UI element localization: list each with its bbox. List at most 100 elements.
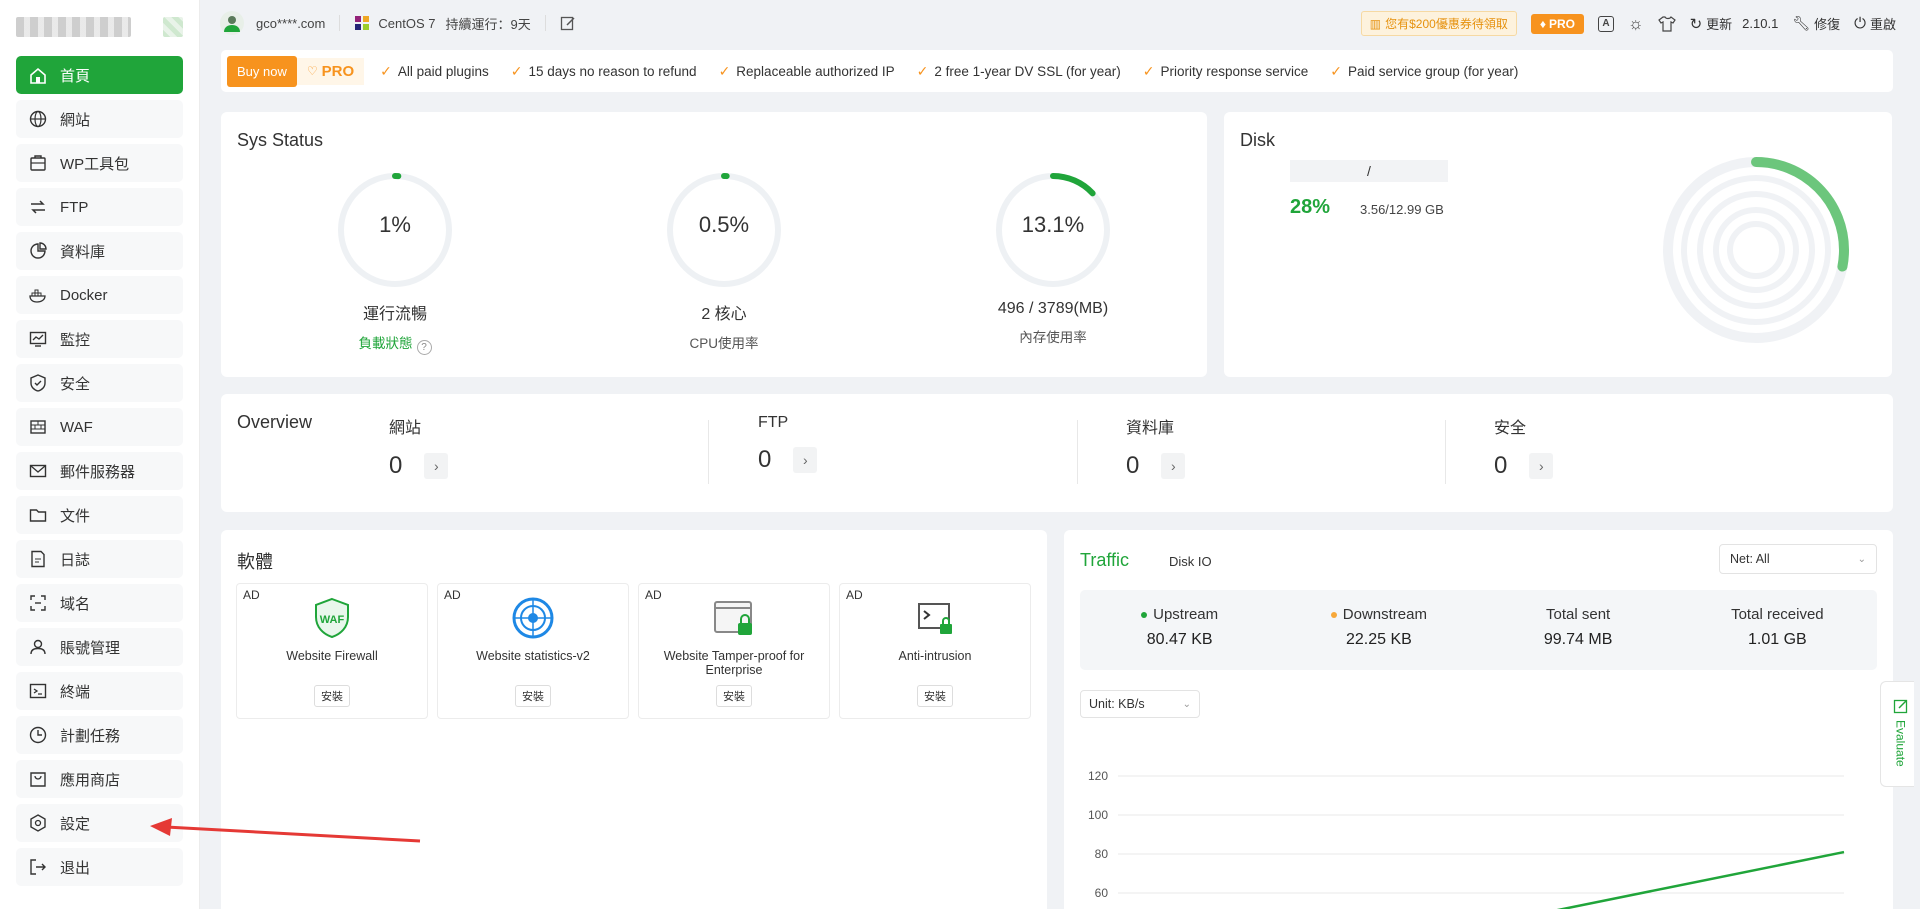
pro-badge[interactable]: ♦ PRO: [1530, 13, 1584, 34]
overview-value-row: 0 ›: [1494, 452, 1784, 480]
sidebar-item-label: 終端: [60, 683, 91, 701]
install-button[interactable]: 安裝: [314, 685, 350, 707]
monitor-icon: [29, 331, 47, 347]
refresh-icon: ↻: [1689, 15, 1703, 33]
sidebar-item[interactable]: FTP: [16, 188, 183, 226]
tab-disk-io[interactable]: Disk IO: [1169, 554, 1212, 569]
feature-item: ✓ 2 free 1-year DV SSL (for year): [917, 63, 1121, 80]
skin-shirt-icon[interactable]: [1657, 15, 1676, 32]
overview-value-row: 0 ›: [758, 446, 1048, 474]
overview-label: 網站: [389, 420, 422, 437]
software-item[interactable]: AD Website Tamper-proof for Enterprise 安裝: [638, 583, 830, 719]
divider: [708, 420, 709, 484]
scrollbar[interactable]: [1914, 0, 1920, 909]
sidebar-item[interactable]: 退出: [16, 848, 183, 886]
sidebar-item-label: 日誌: [60, 551, 91, 569]
sidebar-item[interactable]: 監控: [16, 320, 183, 358]
sidebar-item[interactable]: 文件: [16, 496, 183, 534]
coupon-banner[interactable]: ▥ 您有$200優惠券待領取: [1360, 11, 1517, 36]
sidebar-item-label: FTP: [60, 198, 89, 216]
stat-label-row: Upstream: [1080, 606, 1279, 623]
software-title: 軟體: [237, 552, 273, 572]
chevron-right-icon[interactable]: ›: [424, 453, 449, 479]
sidebar-item-label: 賬號管理: [60, 639, 121, 657]
install-button[interactable]: 安裝: [716, 685, 752, 707]
sidebar-item[interactable]: Docker: [16, 276, 183, 314]
overview-value-row: 0 ›: [1126, 452, 1416, 480]
update-label: 更新: [1706, 17, 1733, 32]
domain-icon: [30, 595, 46, 611]
software-name: Website statistics-v2: [476, 649, 590, 663]
repair-button[interactable]: 🔧︎ 修復: [1792, 14, 1840, 33]
theme-sun-icon[interactable]: ☼: [1628, 14, 1644, 34]
net-select-value: Net: All: [1730, 552, 1770, 566]
user-name[interactable]: gco****.com: [256, 16, 325, 31]
sidebar-item[interactable]: 域名: [16, 584, 183, 622]
sidebar-item[interactable]: WAF: [16, 408, 183, 446]
overview-count[interactable]: 0: [1494, 452, 1507, 480]
translate-icon[interactable]: A: [1597, 15, 1614, 32]
logout-icon: [30, 859, 46, 875]
chevron-right-icon[interactable]: ›: [1161, 453, 1186, 479]
overview-item: 資料庫 0 ›: [1126, 414, 1416, 490]
disk-mount-path[interactable]: /: [1290, 160, 1448, 182]
overview-count[interactable]: 0: [758, 446, 771, 474]
os-icon: [355, 16, 370, 30]
sidebar-item[interactable]: 應用商店: [16, 760, 183, 798]
help-icon[interactable]: ?: [416, 340, 432, 355]
software-item[interactable]: AD WAF Website Firewall 安裝: [236, 583, 428, 719]
sidebar-item-label: 網站: [60, 111, 91, 129]
sidebar: 首頁網站 WP工具包 FTP 資料庫 Docker 監控安全 WAF 郵件服務器文件日誌域名賬…: [0, 0, 200, 909]
sidebar-item[interactable]: 終端: [16, 672, 183, 710]
chevron-right-icon[interactable]: ›: [793, 447, 818, 473]
disk-title: Disk: [1240, 130, 1275, 150]
sidebar-item[interactable]: 資料庫: [16, 232, 183, 270]
divider: [1445, 420, 1446, 484]
sidebar-item[interactable]: 日誌: [16, 540, 183, 578]
sidebar-item[interactable]: WP工具包: [16, 144, 183, 182]
net-select[interactable]: Net: All ⌄: [1719, 544, 1877, 574]
sidebar-item[interactable]: 賬號管理: [16, 628, 183, 666]
divider: [1077, 420, 1078, 484]
restart-button[interactable]: ⏻ 重啟: [1854, 14, 1896, 33]
sidebar-item[interactable]: 計劃任務: [16, 716, 183, 754]
software-item[interactable]: AD Website statistics-v2 安裝: [437, 583, 629, 719]
unit-select[interactable]: Unit: KB/s ⌄: [1080, 690, 1200, 718]
store-icon: [30, 772, 46, 787]
overview-count[interactable]: 0: [389, 452, 402, 480]
ftp-icon: [31, 200, 45, 214]
update-button[interactable]: ↻ 更新 2.10.1: [1690, 14, 1779, 33]
sidebar-item[interactable]: 安全: [16, 364, 183, 402]
check-icon: ✓: [1330, 62, 1342, 79]
status-gauge[interactable]: 0.5% 2 核心 CPU使用率: [604, 170, 844, 352]
status-gauge[interactable]: 1% 運行流暢 負載狀態?: [275, 170, 515, 355]
status-gauge[interactable]: 13.1% 496 / 3789(MB) 內存使用率: [933, 170, 1173, 346]
traffic-stat: Downstream 22.25 KB: [1279, 590, 1478, 670]
stat-value: 22.25 KB: [1345, 631, 1412, 648]
sidebar-item[interactable]: 設定: [16, 804, 183, 842]
settings-icon: [30, 814, 46, 832]
chevron-right-icon[interactable]: ›: [1529, 453, 1554, 479]
feature-list: ✓ All paid plugins ✓ 15 days no reason to r…: [380, 63, 1540, 80]
sidebar-item-label: 首頁: [60, 67, 91, 85]
install-button[interactable]: 安裝: [515, 685, 551, 707]
edit-icon[interactable]: [560, 15, 576, 31]
install-button[interactable]: 安裝: [917, 685, 953, 707]
sys-status-title: Sys Status: [237, 130, 324, 150]
stat-label-row: Total sent: [1479, 606, 1678, 623]
gauge-value: 1%: [379, 212, 411, 237]
sidebar-item[interactable]: 首頁: [16, 56, 183, 94]
overview-count[interactable]: 0: [1126, 452, 1139, 480]
user-avatar[interactable]: [220, 11, 244, 35]
disk-percent: 28%: [1290, 196, 1331, 218]
software-item[interactable]: AD Anti-intrusion 安裝: [839, 583, 1031, 719]
tab-traffic[interactable]: Traffic: [1080, 550, 1129, 571]
gauge-main-label: 2 核心: [701, 306, 747, 323]
check-icon: ✓: [718, 62, 731, 79]
blurred-logo-text: [16, 17, 131, 37]
check-icon: ✓: [1142, 62, 1155, 79]
buy-now-button[interactable]: Buy now: [227, 55, 297, 87]
sidebar-item[interactable]: 郵件服務器: [16, 452, 183, 490]
restart-label: 重啟: [1869, 17, 1896, 32]
sidebar-item[interactable]: 網站: [16, 100, 183, 138]
